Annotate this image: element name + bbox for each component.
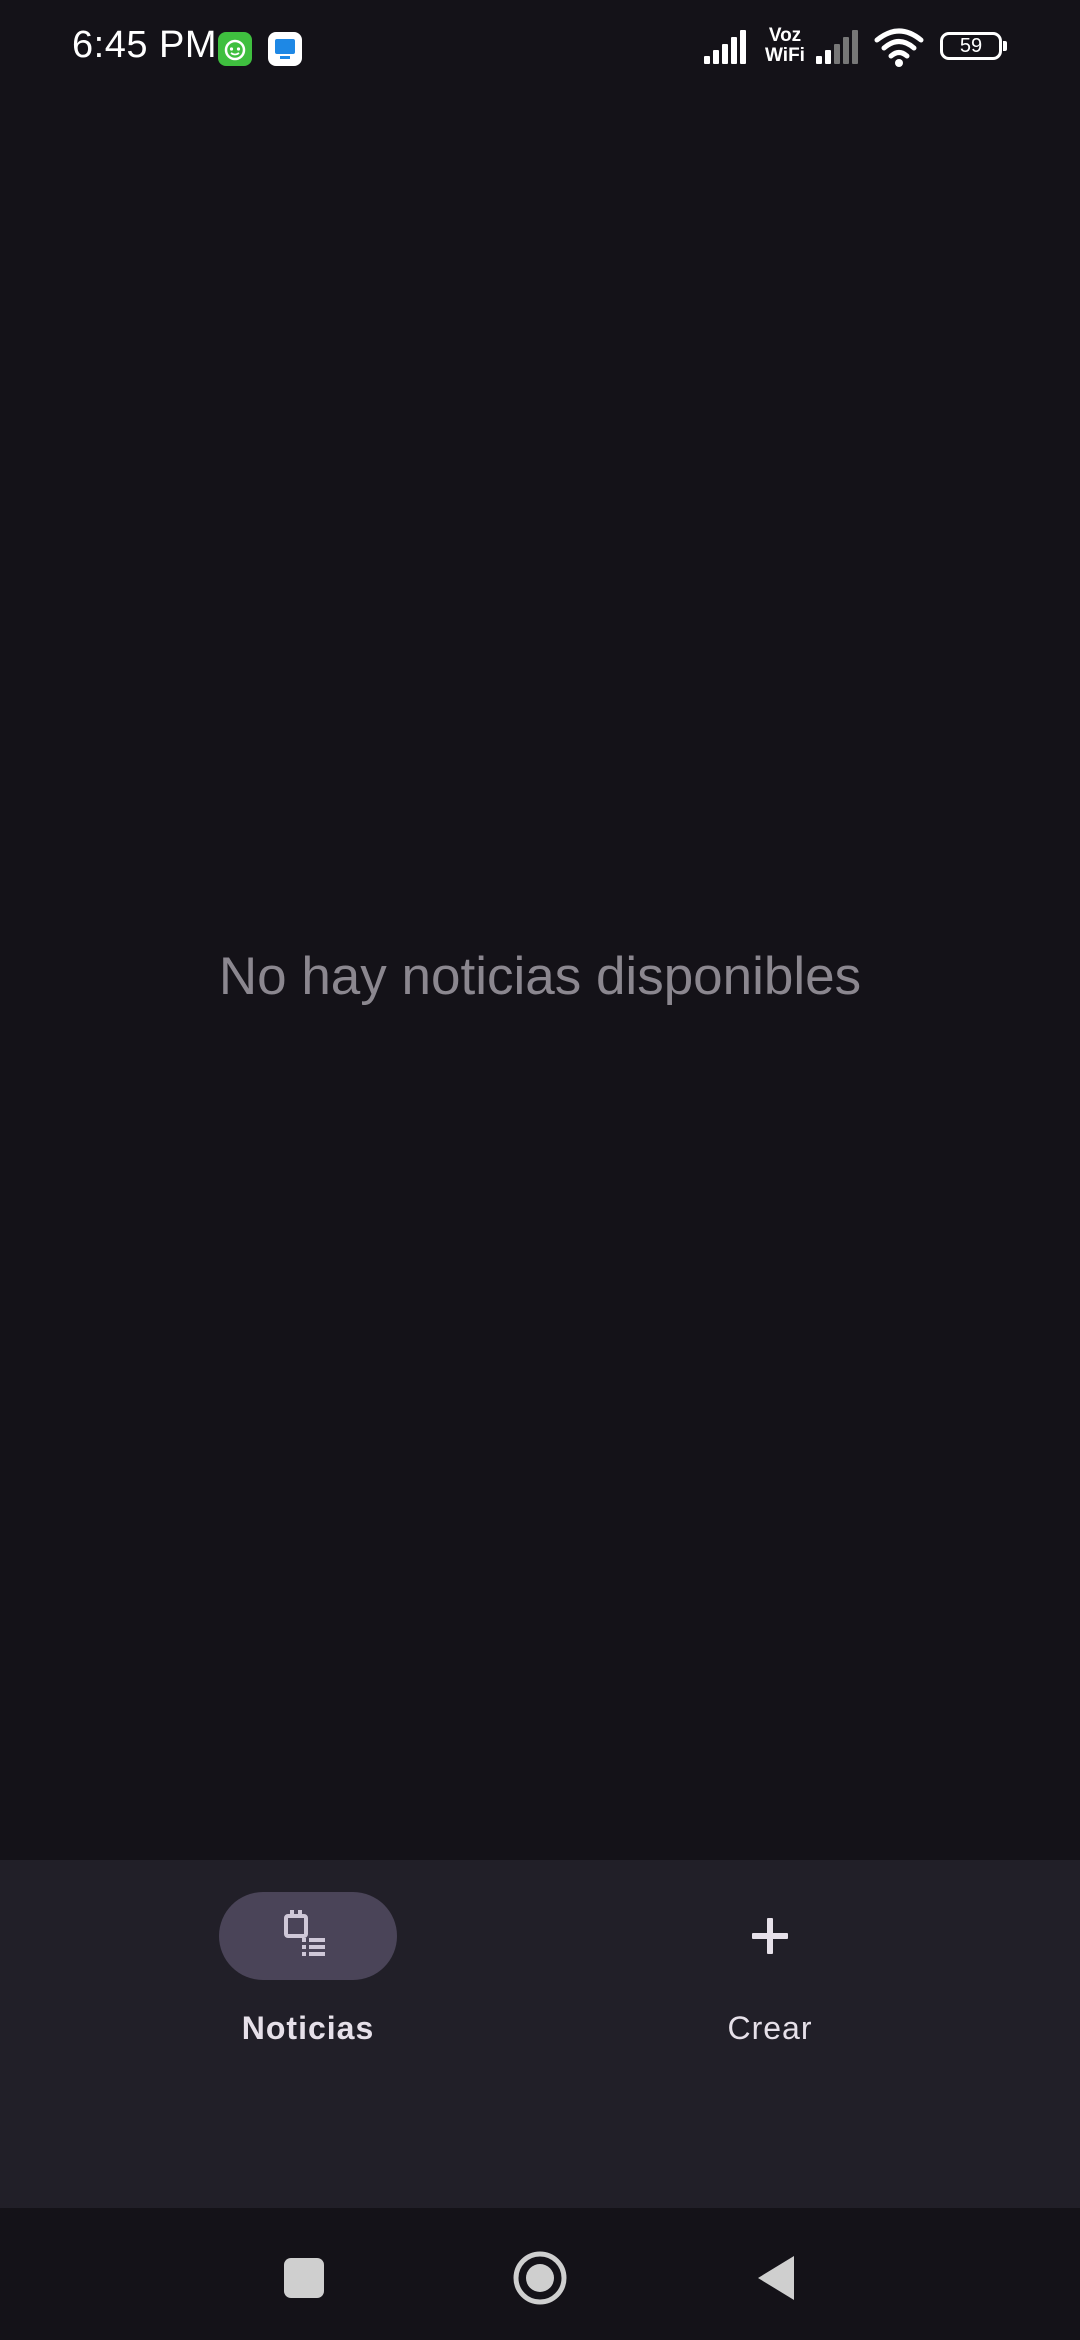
recents-icon[interactable] (272, 2246, 336, 2310)
nav-item-crear[interactable]: Crear (620, 1892, 920, 2046)
vowifi-indicator: Voz WiFi (765, 25, 805, 66)
add-icon (752, 1918, 788, 1954)
app-screen: 6:45 PM Voz WiFi 59 No hay noticias disp… (0, 0, 1080, 2340)
signal-strength-icon (816, 30, 858, 64)
nav-item-noticias[interactable]: Noticias (158, 1892, 458, 2046)
notification-app-icon (268, 32, 302, 66)
home-icon[interactable] (508, 2246, 572, 2310)
status-bar: 6:45 PM Voz WiFi 59 (0, 0, 1080, 100)
bottom-navigation: Noticias Crear (0, 1860, 1080, 2208)
back-icon[interactable] (744, 2246, 808, 2310)
status-indicators: Voz WiFi 59 (702, 25, 1007, 72)
news-list-icon (284, 1910, 325, 1956)
nav-label-crear: Crear (727, 2010, 813, 2046)
notification-app-icon (218, 32, 252, 66)
signal-strength-icon (704, 30, 746, 64)
system-navigation-bar (0, 2208, 1080, 2340)
status-time: 6:45 PM (72, 24, 218, 66)
empty-state-message: No hay noticias disponibles (218, 947, 862, 1006)
battery-level: 59 (959, 35, 983, 57)
wifi-icon (874, 28, 924, 67)
battery-icon: 59 (940, 32, 1007, 60)
nav-label-noticias: Noticias (241, 2010, 375, 2046)
